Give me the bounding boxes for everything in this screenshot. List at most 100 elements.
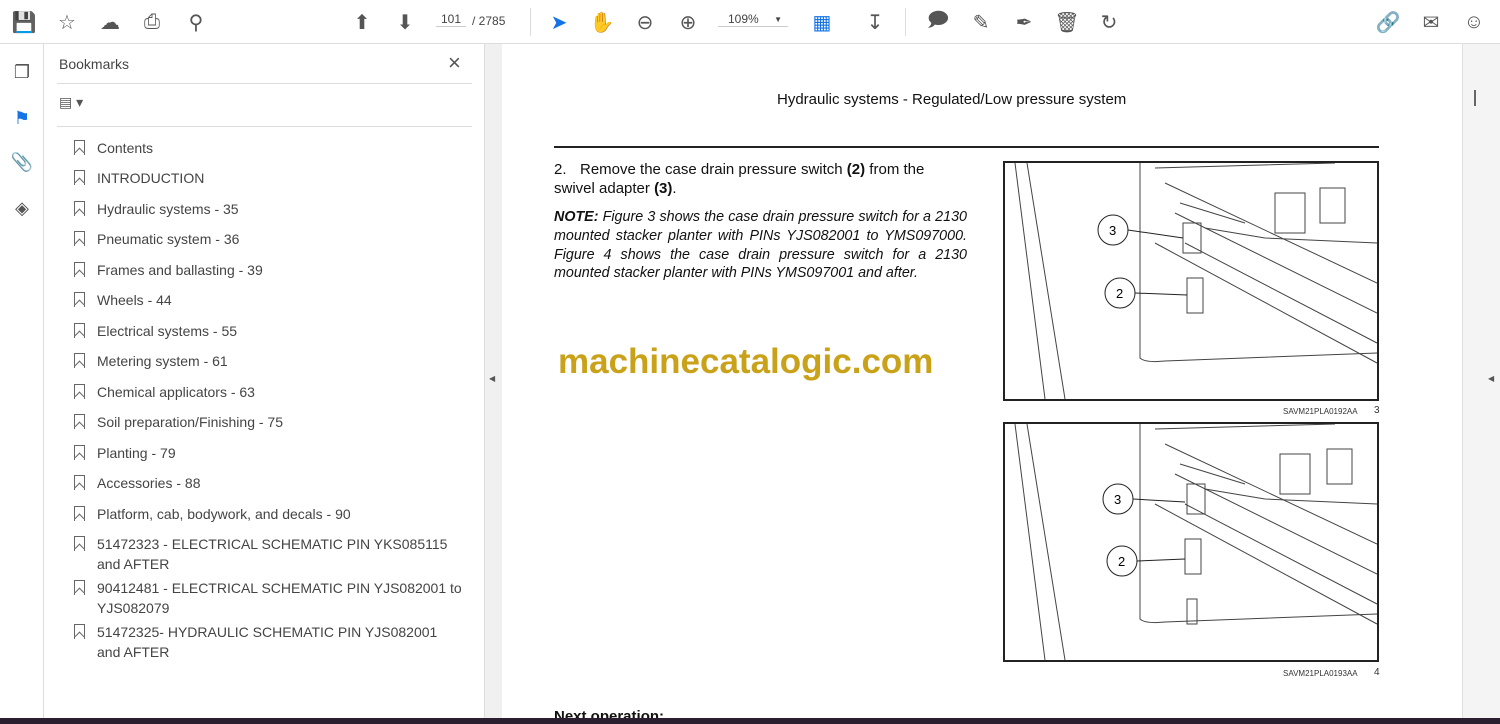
figure-4-illustration: 3 2: [1014, 423, 1378, 661]
zoom-select[interactable]: 109% ▼: [718, 12, 788, 27]
sign-icon[interactable]: ✒: [1010, 8, 1038, 36]
search-icon[interactable]: ⚲: [182, 8, 210, 36]
bookmark-item[interactable]: 51472325- HYDRAULIC SCHEMATIC PIN YJS082…: [74, 623, 464, 662]
scroll-thumb[interactable]: [1474, 90, 1476, 106]
attachment-icon[interactable]: 📎: [8, 148, 36, 176]
bookmark-icon: [74, 413, 97, 435]
bookmark-item[interactable]: 90412481 - ELECTRICAL SCHEMATIC PIN YJS0…: [74, 579, 464, 618]
layers-icon[interactable]: ◈: [8, 194, 36, 222]
bookmark-icon: [74, 579, 97, 618]
bookmark-label: Pneumatic system - 36: [97, 231, 240, 247]
bookmark-icon: [74, 261, 97, 283]
figure-3: 3 2: [1003, 161, 1379, 401]
ref: (2): [846, 161, 866, 178]
print-icon[interactable]: ⎙: [138, 8, 166, 36]
bookmark-item[interactable]: INTRODUCTION: [74, 169, 464, 191]
divider: [57, 83, 472, 84]
bookmark-item[interactable]: Electrical systems - 55: [74, 322, 464, 344]
divider: [905, 8, 906, 36]
bookmark-label: Wheels - 44: [97, 292, 172, 308]
highlight-icon[interactable]: ✎: [967, 8, 995, 36]
scroll-mode-icon[interactable]: ↧: [861, 8, 889, 36]
delete-icon[interactable]: 🗑: [1053, 8, 1081, 36]
bookmark-item[interactable]: Chemical applicators - 63: [74, 383, 464, 405]
note-label: NOTE:: [554, 209, 599, 225]
pages-icon[interactable]: ❐: [8, 58, 36, 86]
add-user-icon[interactable]: ☺: [1460, 8, 1488, 36]
options-menu-button[interactable]: ▤ ▾: [59, 94, 83, 111]
bookmark-item[interactable]: Contents: [74, 139, 464, 161]
bookmark-item[interactable]: Planting - 79: [74, 444, 464, 466]
save-icon[interactable]: 💾: [10, 8, 38, 36]
bookmarks-panel: Bookmarks × ▤ ▾ Contents INTRODUCTION Hydr…: [44, 44, 485, 718]
header-rule: [554, 146, 1379, 148]
step-text: Remove the case drain pressure switch: [580, 161, 847, 178]
callout-label: 2: [1118, 554, 1125, 569]
close-icon[interactable]: ×: [448, 50, 461, 76]
email-icon[interactable]: ✉: [1417, 8, 1445, 36]
bookmark-icon: [74, 169, 97, 191]
ref: (3): [654, 180, 673, 197]
bookmark-icon: [74, 291, 97, 313]
expand-right-panel-icon[interactable]: ◀: [1488, 374, 1494, 383]
bookmark-item[interactable]: Platform, cab, bodywork, and decals - 90: [74, 505, 464, 527]
bookmark-label: Contents: [97, 140, 154, 156]
bookmark-item[interactable]: Wheels - 44: [74, 291, 464, 313]
watermark: machinecatalogic.com: [558, 342, 934, 381]
toolbar: 💾 ☆ ☁ ⎙ ⚲ ⬆ ⬇ 101 / 2785 ➤ ✋ ⊖ ⊕ 109% ▼ ▦…: [0, 0, 1500, 44]
vertical-scrollbar[interactable]: ◀: [1462, 44, 1500, 718]
bookmark-item[interactable]: Hydraulic systems - 35: [74, 200, 464, 222]
zoom-in-icon[interactable]: ⊕: [674, 8, 702, 36]
bookmark-icon: [74, 383, 97, 405]
page-total: / 2785: [472, 14, 506, 28]
taskbar: [0, 718, 1500, 724]
bookmark-item[interactable]: Soil preparation/Finishing - 75: [74, 413, 464, 435]
bookmark-icon: [74, 230, 97, 252]
next-page-icon[interactable]: ⬇: [391, 8, 419, 36]
rotate-icon[interactable]: ↻: [1095, 8, 1123, 36]
document-page: Hydraulic systems - Regulated/Low pressu…: [502, 44, 1462, 718]
bookmark-icon: [74, 623, 97, 662]
collapse-left-icon[interactable]: ◀: [489, 374, 495, 383]
bookmark-label: Accessories - 88: [97, 475, 201, 491]
bookmark-label: Hydraulic systems - 35: [97, 201, 239, 217]
bookmark-item[interactable]: 51472323 - ELECTRICAL SCHEMATIC PIN YKS0…: [74, 535, 464, 574]
bookmark-label: Platform, cab, bodywork, and decals - 90: [97, 506, 351, 522]
bookmark-item[interactable]: Accessories - 88: [74, 474, 464, 496]
star-icon[interactable]: ☆: [53, 8, 81, 36]
bookmark-label: Soil preparation/Finishing - 75: [97, 414, 283, 430]
page-number-input[interactable]: 101: [436, 12, 466, 27]
bookmark-icon: [74, 322, 97, 344]
comment-icon[interactable]: 🗩: [924, 8, 952, 36]
step-number: 2.: [554, 161, 567, 178]
note: NOTE: Figure 3 shows the case drain pres…: [554, 208, 967, 283]
hand-icon[interactable]: ✋: [588, 8, 616, 36]
select-cursor-icon[interactable]: ➤: [545, 8, 573, 36]
bookmark-label: INTRODUCTION: [97, 170, 205, 186]
bookmark-icon: [74, 444, 97, 466]
bookmark-item[interactable]: Metering system - 61: [74, 352, 464, 374]
bookmark-item[interactable]: Pneumatic system - 36: [74, 230, 464, 252]
bookmark-label: Planting - 79: [97, 445, 176, 461]
step-2: 2. Remove the case drain pressure switch …: [554, 160, 967, 198]
callout-label: 3: [1109, 223, 1116, 238]
bookmark-icon: [74, 505, 97, 527]
bookmark-label: 90412481 - ELECTRICAL SCHEMATIC PIN YJS0…: [97, 580, 462, 616]
panel-splitter[interactable]: ◀: [485, 44, 502, 718]
prev-page-icon[interactable]: ⬆: [348, 8, 376, 36]
figure-4-number: 4: [1374, 667, 1380, 678]
zoom-out-icon[interactable]: ⊖: [631, 8, 659, 36]
bookmark-item[interactable]: Frames and ballasting - 39: [74, 261, 464, 283]
bookmark-icon[interactable]: ⚑: [8, 104, 36, 132]
bookmark-label: Chemical applicators - 63: [97, 384, 255, 400]
share-link-icon[interactable]: 🔗: [1374, 8, 1402, 36]
chevron-down-icon: ▼: [774, 15, 782, 24]
bookmark-icon: [74, 352, 97, 374]
fit-page-icon[interactable]: ▦: [808, 8, 836, 36]
zoom-value: 109%: [728, 12, 759, 26]
bookmark-label: Metering system - 61: [97, 353, 228, 369]
figure-4: 3 2: [1003, 422, 1379, 662]
divider: [57, 126, 472, 127]
cloud-upload-icon[interactable]: ☁: [96, 8, 124, 36]
figure-4-caption: SAVM21PLA0193AA: [1283, 669, 1358, 678]
